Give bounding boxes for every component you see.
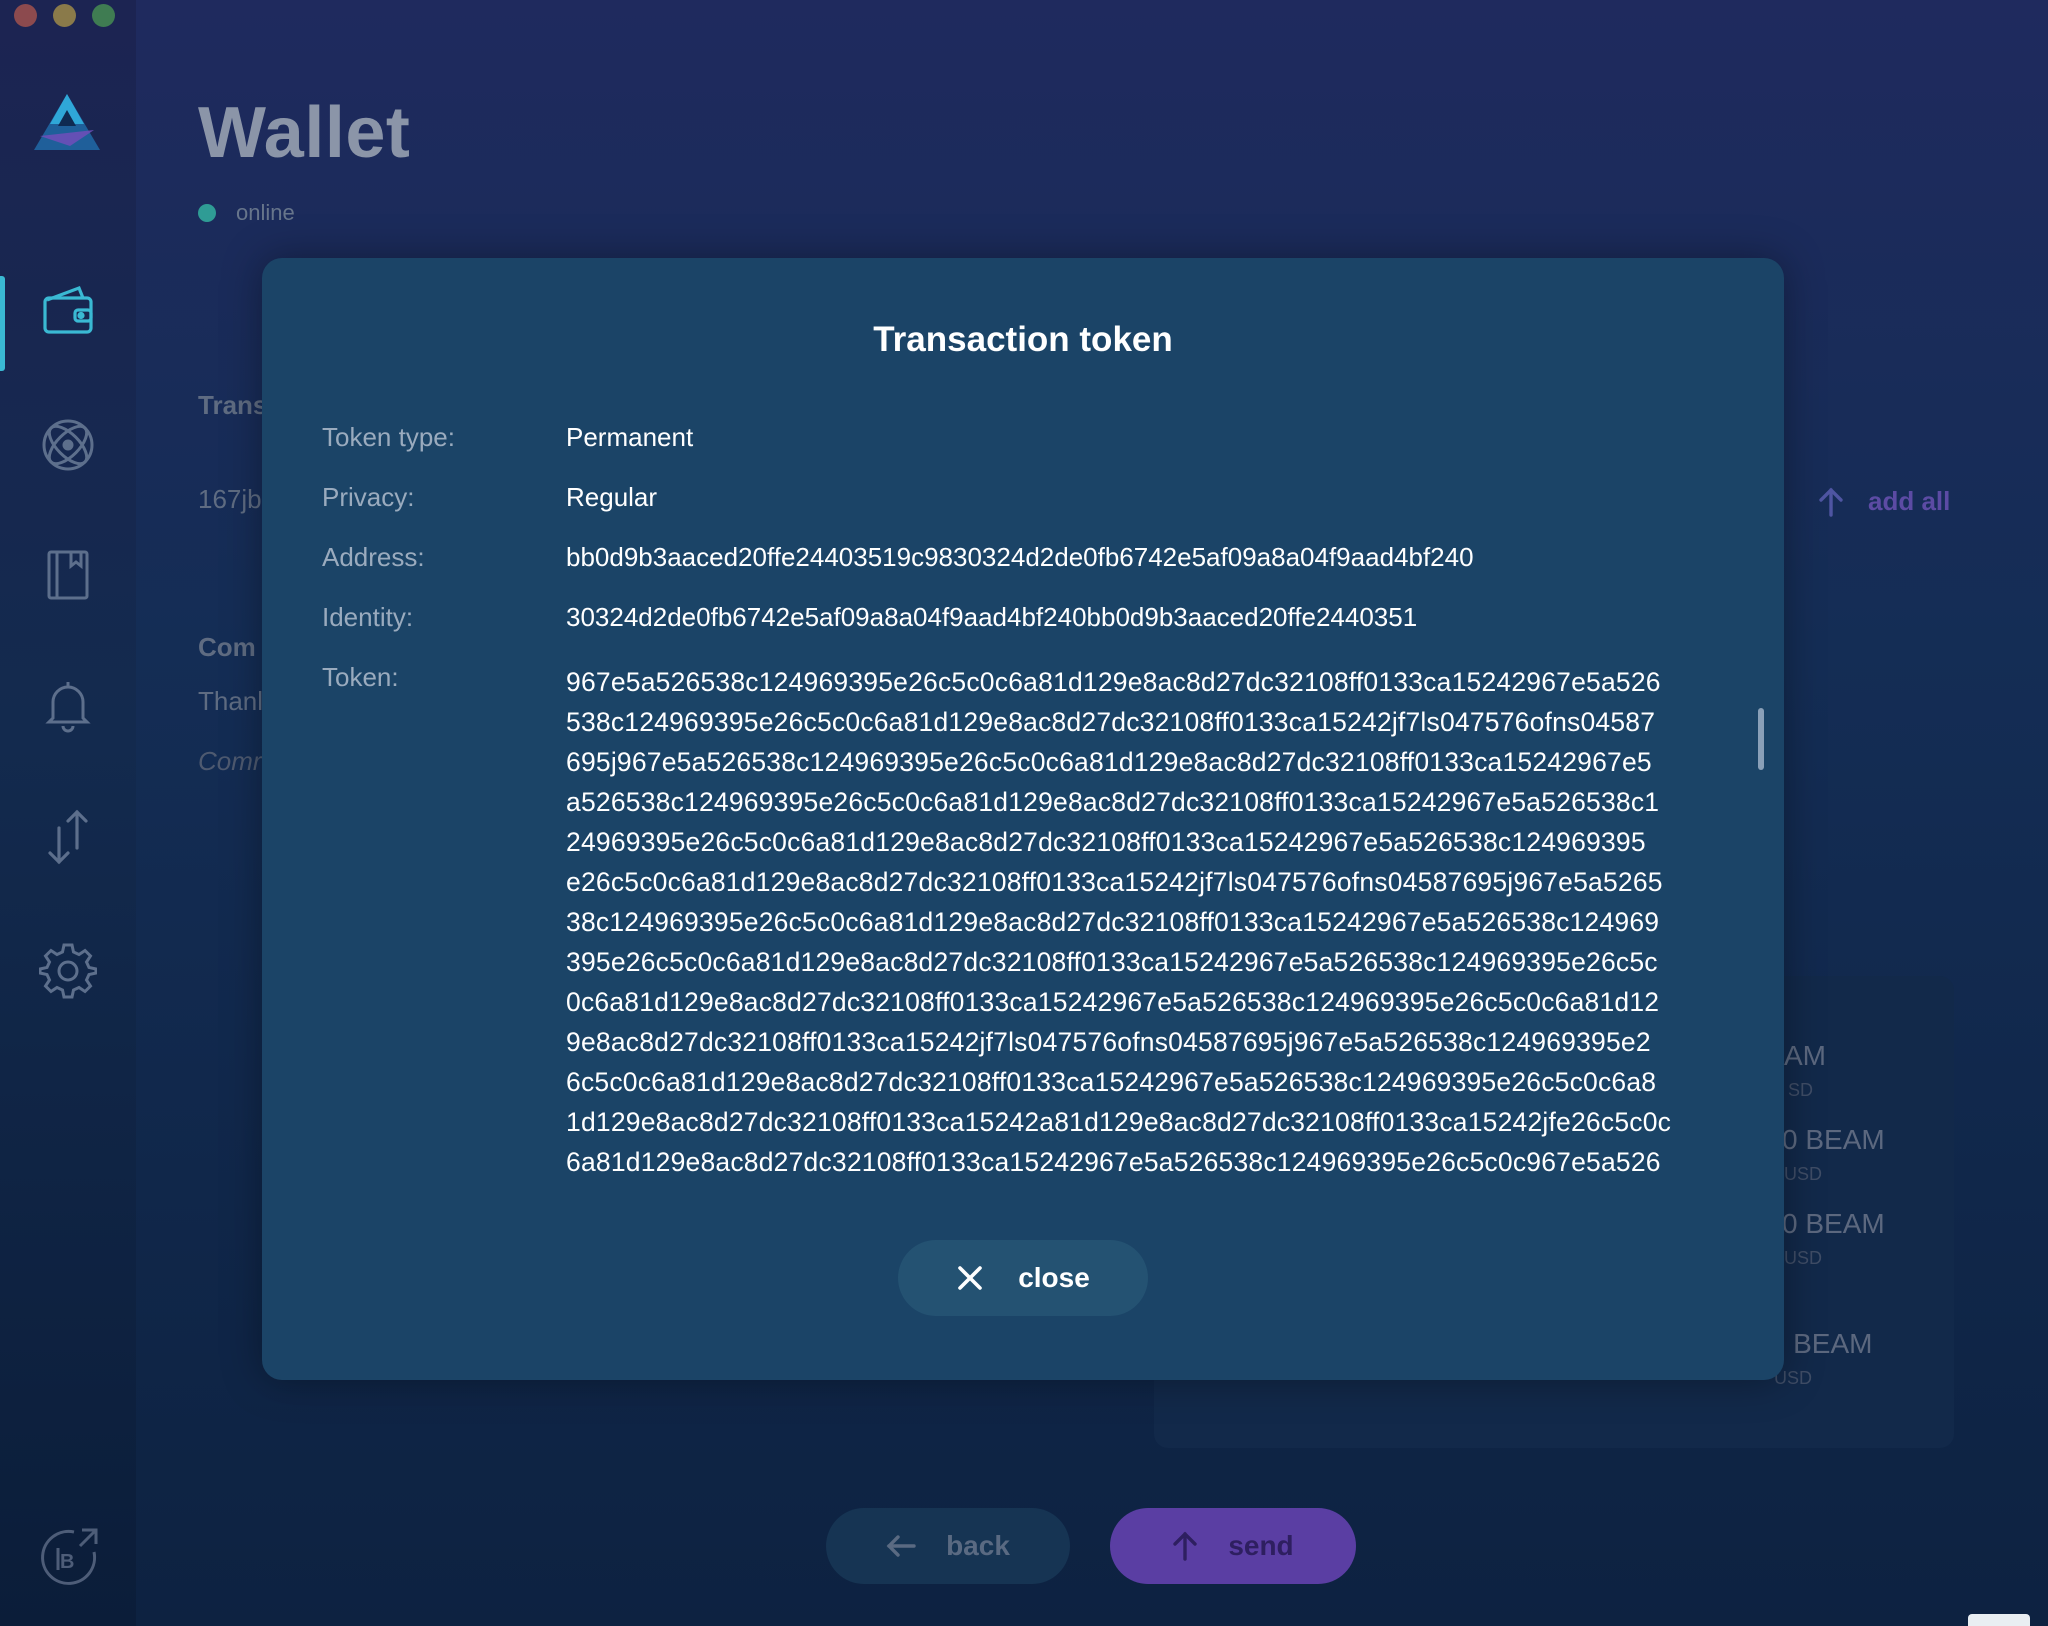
comment-section-label: Com bbox=[198, 632, 256, 662]
address-input[interactable]: 167jb bbox=[198, 484, 262, 515]
sidebar-item-settings[interactable] bbox=[0, 926, 136, 1016]
connection-status: online bbox=[198, 200, 295, 226]
privacy-label: Privacy: bbox=[322, 482, 415, 512]
corner-indicator bbox=[1968, 1614, 2030, 1626]
sidebar-item-transactions[interactable] bbox=[0, 792, 136, 882]
arrow-up-icon bbox=[1173, 1531, 1198, 1561]
token-line: 6a81d129e8ac8d27dc32108ff0133ca15242967e… bbox=[566, 1147, 1661, 1177]
asset-amount: ) BEAM bbox=[1776, 1328, 1873, 1359]
identity-value: 30324d2de0fb6742e5af09a8a04f9aad4bf240bb… bbox=[566, 602, 1418, 632]
token-line: 24969395e26c5c0c6a81d129e8ac8d27dc32108f… bbox=[566, 827, 1646, 857]
back-button[interactable]: back bbox=[826, 1508, 1070, 1584]
token-scroll-area[interactable]: 967e5a526538c124969395e26c5c0c6a81d129e8… bbox=[566, 662, 1724, 1182]
page-title: Wallet bbox=[198, 93, 411, 173]
window-controls bbox=[14, 4, 115, 27]
close-button[interactable]: close bbox=[898, 1240, 1148, 1316]
token-line: 967e5a526538c124969395e26c5c0c6a81d129e8… bbox=[566, 667, 1661, 697]
external-link-icon[interactable]: B bbox=[40, 1526, 100, 1586]
transfer-arrows-icon bbox=[48, 809, 88, 865]
token-line: 538c124969395e26c5c0c6a81d129e8ac8d27dc3… bbox=[566, 707, 1656, 737]
sidebar-item-addresses[interactable] bbox=[0, 530, 136, 620]
token-line: 9e8ac8d27dc32108ff0133ca15242jf7ls047576… bbox=[566, 1027, 1651, 1057]
asset-amount: 0 BEAM bbox=[1782, 1208, 1885, 1239]
token-label: Token: bbox=[322, 662, 399, 692]
identity-label: Identity: bbox=[322, 602, 414, 632]
token-line: 0c6a81d129e8ac8d27dc32108ff0133ca1524296… bbox=[566, 987, 1660, 1017]
token-type-value: Permanent bbox=[566, 422, 694, 452]
comment-input[interactable]: Comr bbox=[198, 746, 262, 777]
send-button[interactable]: send bbox=[1110, 1508, 1356, 1584]
token-line: 695j967e5a526538c124969395e26c5c0c6a81d1… bbox=[566, 747, 1652, 777]
sidebar-item-dapps[interactable] bbox=[0, 400, 136, 490]
wallet-icon bbox=[43, 285, 93, 334]
dialog-title: Transaction token bbox=[873, 320, 1173, 359]
asset-amount: 0 BEAM bbox=[1782, 1124, 1885, 1155]
address-value: bb0d9b3aaced20ffe24403519c9830324d2de0fb… bbox=[566, 542, 1474, 572]
token-line: e26c5c0c6a81d129e8ac8d27dc32108ff0133ca1… bbox=[566, 867, 1663, 897]
window-minimize-button[interactable] bbox=[53, 4, 76, 27]
transfer-section-label: Trans bbox=[198, 390, 268, 420]
sidebar-item-wallet[interactable] bbox=[0, 266, 136, 371]
status-dot bbox=[198, 204, 216, 222]
window-close-button[interactable] bbox=[14, 4, 37, 27]
token-line: 1d129e8ac8d27dc32108ff0133ca15242a81d129… bbox=[566, 1107, 1672, 1137]
asset-amount: AM bbox=[1784, 1040, 1826, 1071]
atom-icon bbox=[42, 419, 94, 471]
window-maximize-button[interactable] bbox=[92, 4, 115, 27]
beam-logo-icon bbox=[34, 94, 100, 150]
svg-text:B: B bbox=[60, 1551, 74, 1573]
token-line: 6c5c0c6a81d129e8ac8d27dc32108ff0133ca152… bbox=[566, 1067, 1657, 1097]
status-text: online bbox=[236, 200, 295, 225]
sidebar-item-notifications[interactable] bbox=[0, 660, 136, 750]
transaction-token-dialog: Transaction token Token type: Permanent … bbox=[262, 258, 1784, 1380]
back-label: back bbox=[946, 1530, 1010, 1561]
add-all-label: add all bbox=[1868, 486, 1951, 516]
token-line: 395e26c5c0c6a81d129e8ac8d27dc32108ff0133… bbox=[566, 947, 1658, 977]
privacy-value: Regular bbox=[566, 482, 658, 512]
bell-icon bbox=[45, 682, 91, 733]
comment-text: Thanl bbox=[198, 686, 264, 716]
token-line: 38c124969395e26c5c0c6a81d129e8ac8d27dc32… bbox=[566, 907, 1660, 937]
send-label: send bbox=[1228, 1530, 1294, 1561]
asset-fiat: USD bbox=[1784, 1164, 1823, 1184]
address-book-icon bbox=[47, 550, 89, 600]
arrow-up-icon bbox=[1819, 487, 1843, 517]
close-icon bbox=[958, 1266, 982, 1290]
token-value: 967e5a526538c124969395e26c5c0c6a81d129e8… bbox=[566, 662, 1724, 1182]
gear-icon bbox=[39, 943, 97, 999]
close-label: close bbox=[1018, 1262, 1090, 1293]
arrow-left-icon bbox=[886, 1535, 916, 1557]
asset-fiat: USD bbox=[1784, 1248, 1823, 1268]
token-scrollbar[interactable] bbox=[1758, 708, 1764, 770]
sidebar: B bbox=[0, 0, 136, 1626]
asset-fiat: SD bbox=[1788, 1080, 1814, 1100]
token-type-label: Token type: bbox=[322, 422, 455, 452]
add-all-button[interactable]: add all bbox=[1818, 486, 1950, 517]
token-line: a526538c124969395e26c5c0c6a81d129e8ac8d2… bbox=[566, 787, 1660, 817]
address-label: Address: bbox=[322, 542, 425, 572]
